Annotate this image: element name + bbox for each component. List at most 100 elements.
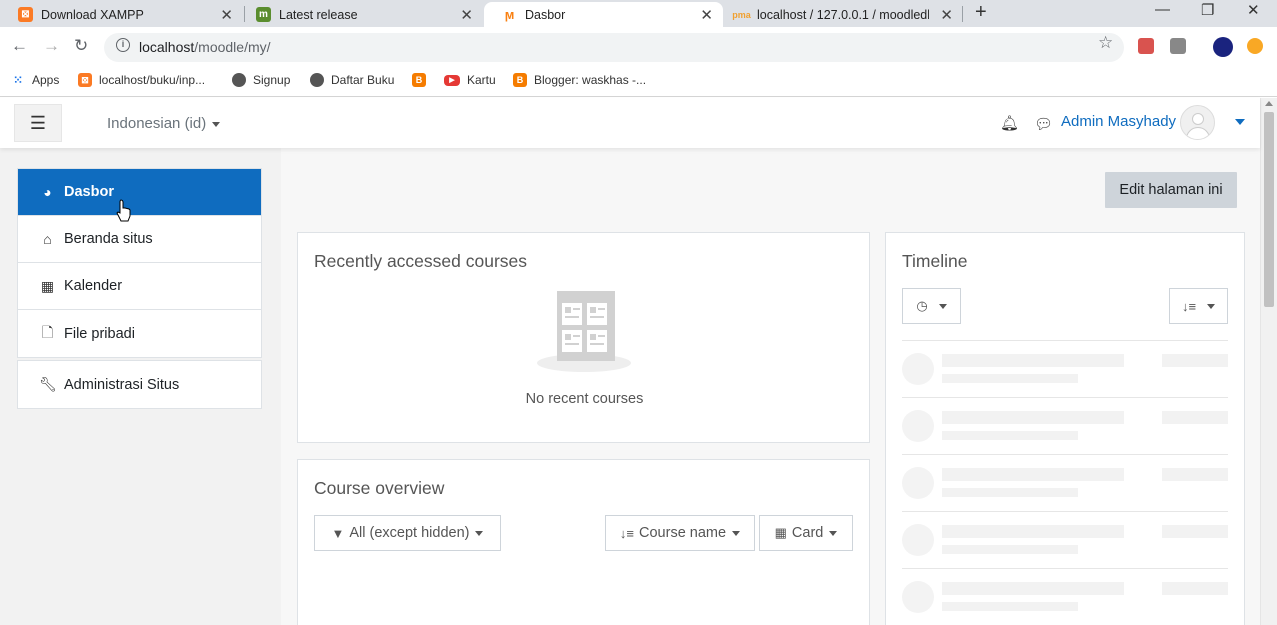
tab-latest-release[interactable]: m Latest release ✕ [238, 2, 483, 27]
tab-phpmyadmin[interactable]: pma localhost / 127.0.0.1 / moodledb ✕ [716, 2, 963, 27]
calendar-icon: ▦ [40, 277, 55, 294]
bookmark-localhost-buku[interactable]: ⊠ localhost/buku/inp... [78, 73, 205, 87]
tab-title: Dasbor [525, 7, 566, 22]
tab-download-xampp[interactable]: ⊠ Download XAMPP ✕ [0, 2, 243, 27]
pdf-extension-icon[interactable] [1138, 38, 1154, 54]
empty-state-text: No recent courses [525, 391, 644, 407]
clock-icon: ◷ [916, 298, 928, 313]
sidebar-item-kalender[interactable]: ▦ Kalender [18, 263, 261, 310]
close-tab-icon[interactable]: ✕ [220, 6, 233, 24]
caret-down-icon [938, 303, 947, 309]
timeline-loading-placeholder [902, 568, 1228, 625]
avatar[interactable] [1180, 105, 1215, 140]
filter-icon: ▼ [331, 525, 345, 541]
browser-tab-bar: ⊠ Download XAMPP ✕ m Latest release ✕ ϻ … [0, 0, 1277, 27]
close-tab-icon[interactable]: ✕ [700, 6, 713, 24]
edit-page-button[interactable]: Edit halaman ini [1105, 172, 1237, 208]
bookmark-blogger[interactable]: B [412, 73, 433, 87]
sort-icon: ↓≡ [1181, 298, 1197, 314]
extension-icon[interactable] [1170, 38, 1186, 54]
youtube-icon: ▶ [444, 74, 460, 86]
tab-title: localhost / 127.0.0.1 / moodledb [757, 7, 929, 22]
moodle-navbar: ☰ Indonesian (id) 🔔︎ 💬︎ Admin Masyhady [0, 98, 1260, 148]
bookmark-signup[interactable]: Signup [232, 73, 290, 87]
course-filter-dropdown[interactable]: ▼ All (except hidden) [314, 515, 501, 551]
bookmarks-bar: ⁙ Apps ⊠ localhost/buku/inp... Signup Da… [0, 67, 1277, 97]
tab-separator [962, 6, 963, 22]
restore-icon[interactable]: ❐ [1201, 1, 1214, 19]
moodle-m-icon: m [256, 7, 271, 22]
dashboard-icon: ◕ [43, 184, 52, 200]
timeline-loading-placeholder [902, 397, 1228, 454]
courses-empty-illustration [537, 291, 631, 372]
xampp-icon: ⊠ [18, 7, 33, 22]
caret-down-icon [1207, 303, 1216, 309]
bookmark-apps[interactable]: ⁙ Apps [11, 73, 59, 87]
phpmyadmin-icon: pma [732, 9, 751, 20]
scroll-thumb[interactable] [1264, 112, 1274, 307]
hand-cursor-icon [116, 199, 131, 222]
reload-icon[interactable]: ↻ [74, 36, 88, 56]
timeline-filter-dropdown[interactable]: ◷ [902, 288, 961, 324]
bookmark-star-icon[interactable]: ☆ [1098, 33, 1113, 53]
minimize-icon[interactable]: — [1155, 1, 1170, 18]
hamburger-icon: ☰ [29, 112, 47, 133]
forward-icon[interactable]: → [43, 36, 60, 56]
bookmark-daftar-buku[interactable]: Daftar Buku [310, 73, 394, 87]
language-menu[interactable]: Indonesian (id) [107, 115, 221, 132]
sidebar-item-administrasi-situs[interactable]: 🔧︎ Administrasi Situs [18, 361, 261, 408]
wrench-icon: 🔧︎ [39, 376, 57, 392]
recent-courses-title: Recently accessed courses [314, 251, 528, 271]
sidebar-item-beranda-situs[interactable]: ⌂ Beranda situs [18, 216, 261, 263]
url-input[interactable]: i localhost/moodle/my/ [104, 33, 1124, 62]
xampp-icon: ⊠ [78, 73, 92, 87]
blogger-icon: B [513, 73, 527, 87]
bookmark-kartu[interactable]: ▶ Kartu [444, 73, 496, 87]
timeline-loading-placeholder [902, 340, 1228, 397]
tab-title: Latest release [279, 7, 358, 22]
messages-chat-icon[interactable]: 💬︎ [1034, 115, 1053, 133]
grid-view-icon: ▦ [774, 525, 787, 540]
scroll-up-icon[interactable] [1265, 101, 1273, 106]
timeline-title: Timeline [902, 251, 968, 271]
tab-title: Download XAMPP [41, 7, 144, 22]
new-tab-icon[interactable]: + [975, 1, 987, 24]
close-tab-icon[interactable]: ✕ [460, 6, 473, 24]
info-icon[interactable]: i [116, 38, 130, 52]
globe-icon [232, 73, 246, 87]
notification-bell-icon[interactable]: 🔔︎ [1000, 114, 1019, 132]
update-alert-icon[interactable] [1247, 38, 1263, 54]
back-icon[interactable]: ← [11, 36, 28, 56]
apps-grid-icon: ⁙ [12, 73, 24, 87]
user-name[interactable]: Admin Masyhady [1061, 113, 1176, 130]
profile-avatar-icon[interactable] [1213, 37, 1233, 57]
caret-down-icon [732, 530, 741, 536]
menu-toggle-button[interactable]: ☰ [14, 104, 62, 142]
close-tab-icon[interactable]: ✕ [940, 6, 953, 24]
timeline-loading-placeholder [902, 454, 1228, 511]
close-window-icon[interactable]: ✕ [1247, 1, 1260, 19]
course-overview-title: Course overview [314, 478, 445, 498]
timeline-sort-dropdown[interactable]: ↓≡ [1169, 288, 1228, 324]
course-sort-dropdown[interactable]: ↓≡ Course name [605, 515, 755, 551]
moodle-hat-icon: ϻ [504, 7, 515, 22]
home-icon: ⌂ [43, 231, 52, 247]
main-nav-group: ◕ Dasbor ⌂ Beranda situs ▦ Kalender 🗋 Fi… [17, 168, 262, 358]
url-text: localhost/moodle/my/ [139, 39, 271, 55]
admin-nav-group: 🔧︎ Administrasi Situs [17, 360, 262, 409]
caret-down-icon [829, 530, 838, 536]
user-menu-caret-icon[interactable] [1235, 119, 1245, 125]
course-view-dropdown[interactable]: ▦ Card [759, 515, 853, 551]
sidebar-item-dasbor[interactable]: ◕ Dasbor [18, 169, 261, 216]
caret-down-icon [212, 121, 221, 127]
sort-icon: ↓≡ [619, 525, 635, 541]
sidebar-item-file-pribadi[interactable]: 🗋 File pribadi [18, 310, 261, 357]
file-icon: 🗋 [41, 323, 54, 340]
blogger-icon: B [412, 73, 426, 87]
page-scrollbar[interactable] [1260, 98, 1277, 625]
address-bar-row: ← → ↻ i localhost/moodle/my/ [0, 27, 1277, 67]
bookmark-blogger-waskhas[interactable]: B Blogger: waskhas -... [513, 73, 646, 87]
globe-icon [310, 73, 324, 87]
tab-dasbor[interactable]: ϻ Dasbor ✕ [484, 2, 723, 27]
caret-down-icon [475, 530, 484, 536]
